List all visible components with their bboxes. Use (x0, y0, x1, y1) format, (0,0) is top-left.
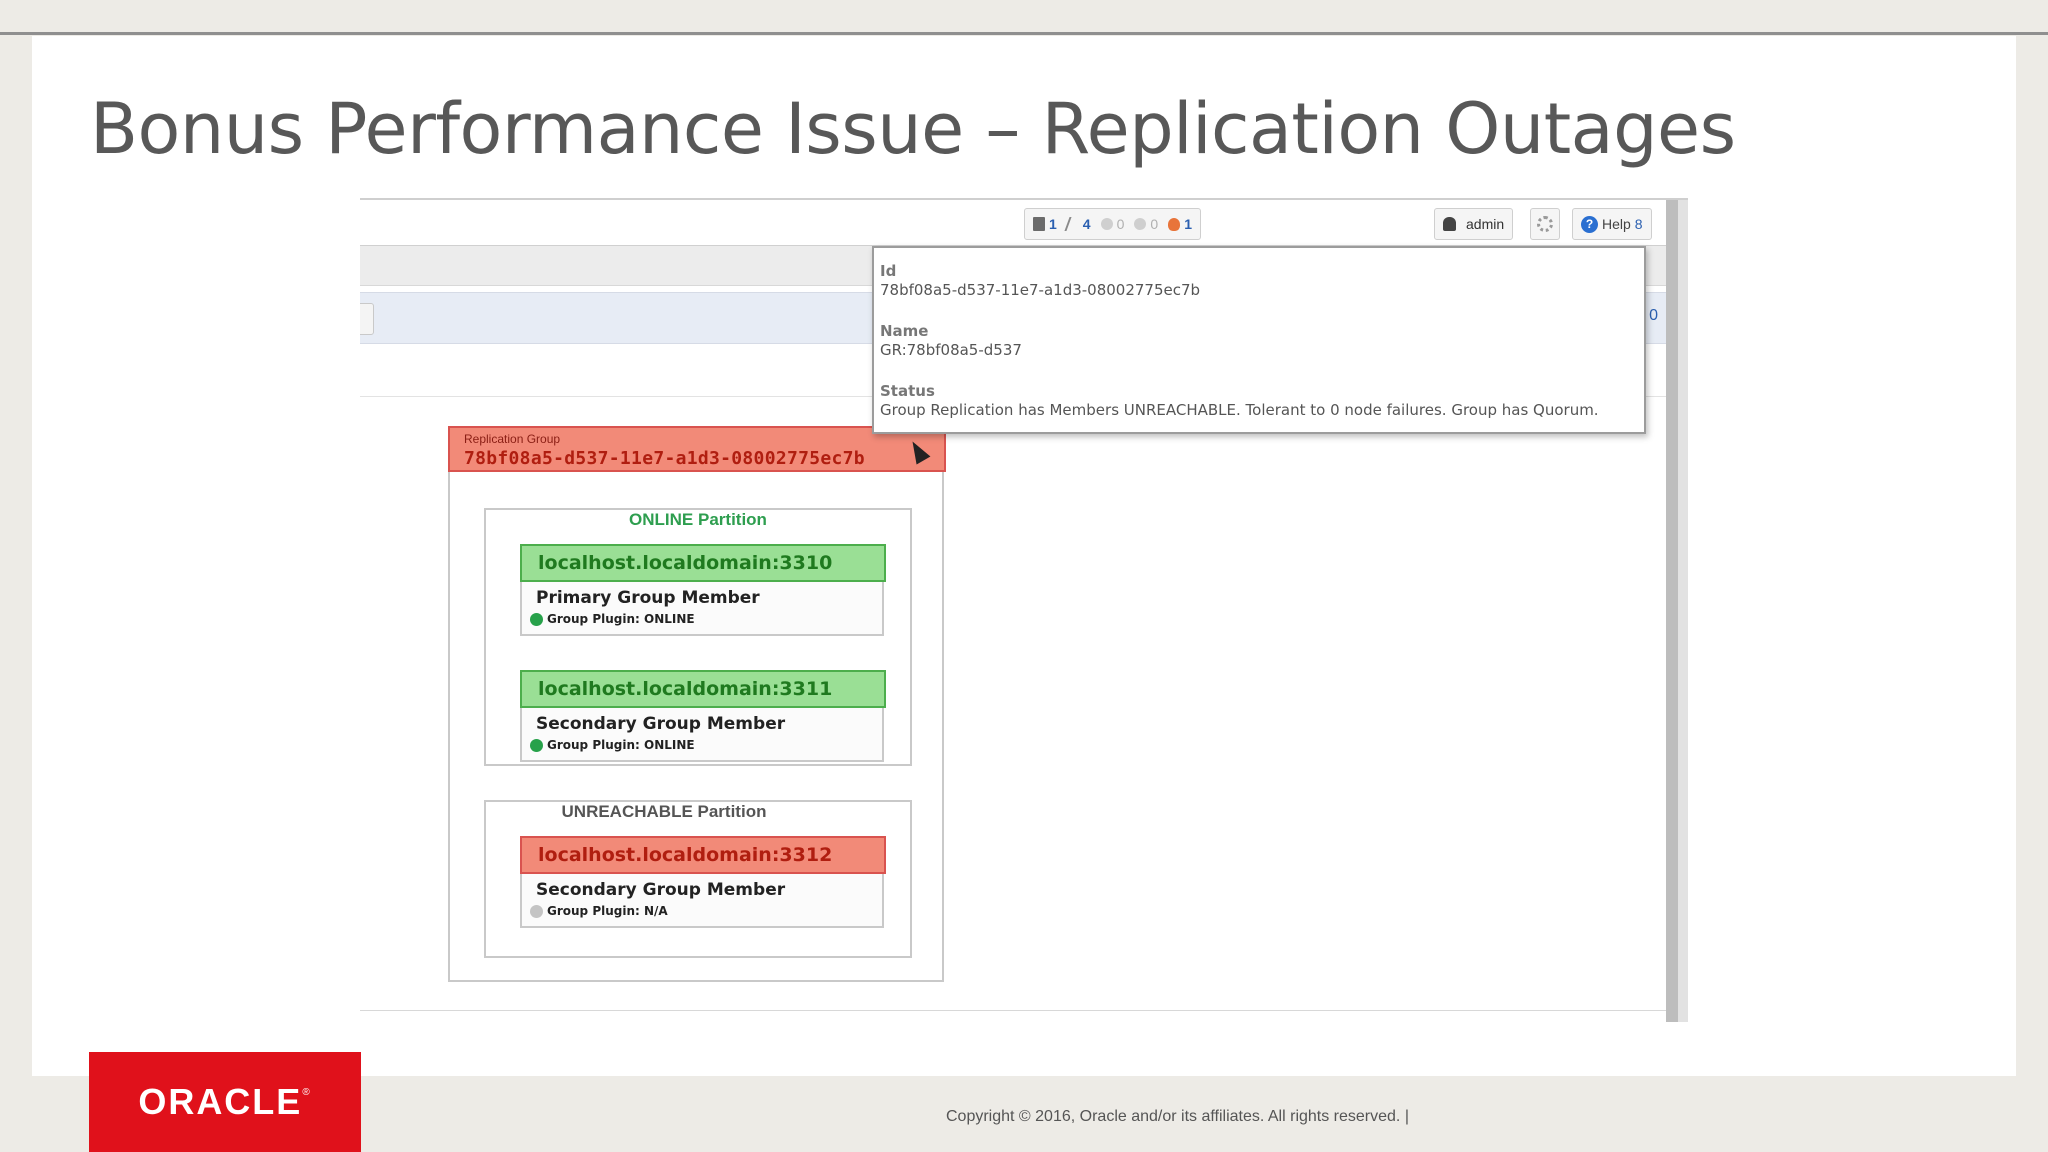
user-name: admin (1466, 216, 1505, 232)
connection-icon (1064, 217, 1082, 231)
partition-title: ONLINE Partition (629, 510, 767, 529)
member-plugin-status: Group Plugin: N/A (530, 904, 668, 918)
server-icon (1033, 217, 1045, 231)
member-card[interactable]: localhost.localdomain:3310 Primary Group… (520, 544, 886, 636)
status-counters[interactable]: 1 4 0 0 1 (1024, 208, 1201, 240)
member-card[interactable]: localhost.localdomain:3311 Secondary Gro… (520, 670, 886, 762)
status-online-dot-icon (530, 738, 543, 752)
help-button[interactable]: ? Help 8 (1572, 208, 1652, 240)
tooltip-id-value: 78bf08a5-d537-11e7-a1d3-08002775ec7b (880, 281, 1201, 299)
help-icon: ? (1581, 215, 1598, 233)
tooltip-name-value: GR:78bf08a5-d537 (880, 341, 1022, 359)
slide-title: Bonus Performance Issue – Replication Ou… (90, 88, 1736, 170)
stat-warnings[interactable]: 0 (1100, 216, 1124, 232)
partition-online: ONLINE Partition localhost.localdomain:3… (484, 508, 912, 766)
user-menu-button[interactable]: admin (1434, 208, 1514, 240)
oracle-logo: ORACLE ® (89, 1052, 361, 1152)
tooltip-name-label: Name (880, 322, 929, 340)
help-suffix: 8 (1634, 216, 1643, 232)
group-tooltip: Id 78bf08a5-d537-11e7-a1d3-08002775ec7b … (872, 246, 1646, 434)
fire-icon (1168, 217, 1181, 231)
user-icon (1443, 217, 1456, 231)
info-grey-icon (1134, 218, 1147, 230)
tooltip-id-label: Id (880, 262, 897, 280)
status-online-dot-icon (530, 612, 543, 626)
stat-connections[interactable]: 4 (1064, 216, 1091, 232)
member-plugin-status: Group Plugin: ONLINE (530, 612, 695, 626)
member-card[interactable]: localhost.localdomain:3312 Secondary Gro… (520, 836, 886, 928)
member-role: Secondary Group Member (536, 880, 786, 900)
copyright-notice: Copyright © 2016, Oracle and/or its affi… (946, 1108, 1409, 1125)
divider (360, 1010, 1666, 1011)
gear-icon (1537, 216, 1553, 232)
status-unknown-dot-icon (530, 904, 543, 918)
top-rule (0, 32, 2048, 35)
tooltip-status-label: Status (880, 382, 935, 400)
stat-servers[interactable]: 1 (1033, 216, 1057, 232)
replication-group-kind: Replication Group (464, 432, 561, 446)
stat-emergency[interactable]: 1 (1168, 216, 1192, 232)
member-host[interactable]: localhost.localdomain:3310 (520, 544, 886, 582)
filter-button[interactable] (360, 303, 374, 335)
member-host[interactable]: localhost.localdomain:3312 (520, 836, 886, 874)
settings-button[interactable] (1530, 208, 1560, 240)
replication-group-id: 78bf08a5-d537-11e7-a1d3-08002775ec7b (464, 448, 865, 469)
warning-grey-icon (1100, 218, 1113, 230)
help-label: Help (1602, 216, 1631, 232)
tooltip-status-value: Group Replication has Members UNREACHABL… (880, 401, 1599, 419)
partition-unreachable: UNREACHABLE Partition localhost.localdom… (484, 800, 912, 958)
replication-group-card[interactable]: Replication Group 78bf08a5-d537-11e7-a1d… (448, 426, 946, 982)
partition-title: UNREACHABLE Partition (561, 802, 767, 821)
top-toolbar: 1 4 0 0 1 admin ? Help 8 (360, 200, 1666, 246)
member-role: Primary Group Member (536, 588, 760, 608)
vertical-scrollbar[interactable] (1666, 200, 1688, 1022)
member-role: Secondary Group Member (536, 714, 786, 734)
filter-count: 0 (1649, 307, 1658, 324)
member-host[interactable]: localhost.localdomain:3311 (520, 670, 886, 708)
stat-info[interactable]: 0 (1134, 216, 1158, 232)
member-plugin-status: Group Plugin: ONLINE (530, 738, 695, 752)
